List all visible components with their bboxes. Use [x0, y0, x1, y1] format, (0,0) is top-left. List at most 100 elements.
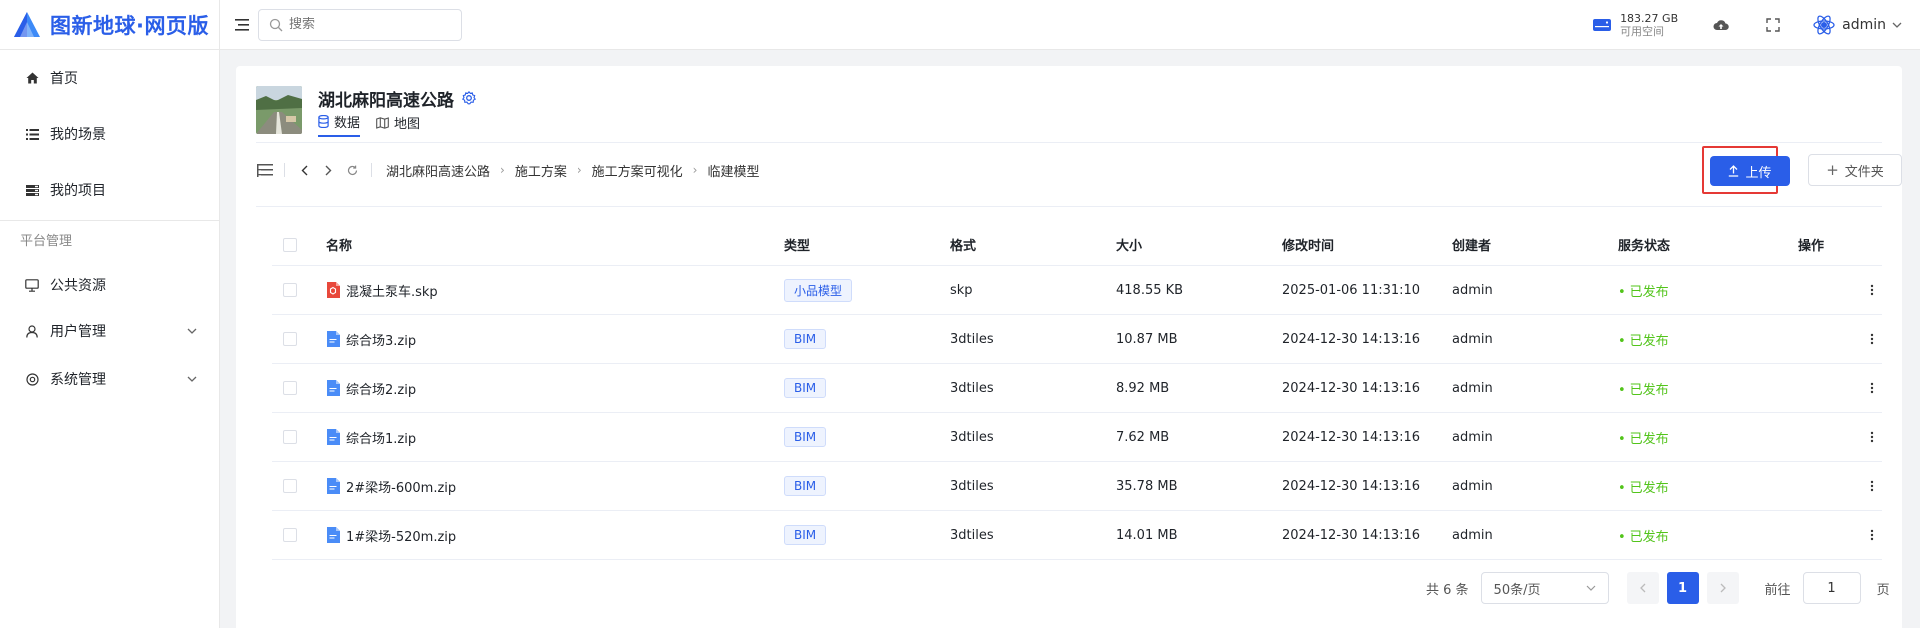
file-size: 10.87 MB [1116, 331, 1178, 347]
sidebar-item-system-management[interactable]: 系统管理 [0, 355, 219, 403]
row-checkbox[interactable] [283, 283, 297, 297]
column-header-modified[interactable]: 修改时间 [1282, 235, 1452, 254]
goto-page-input[interactable] [1802, 572, 1861, 604]
tree-view-icon[interactable] [256, 161, 274, 179]
refresh-icon[interactable] [343, 161, 361, 179]
creator: admin [1452, 331, 1493, 347]
cloud-upload-icon[interactable] [1712, 16, 1730, 34]
tab-label: 地图 [394, 117, 421, 132]
breadcrumb-item-current[interactable]: 临建模型 [707, 161, 759, 180]
table-row[interactable]: 综合场3.zip BIM 3dtiles 10.87 MB 2024-12-30 14:… [272, 315, 1882, 364]
fullscreen-icon[interactable] [1764, 16, 1782, 34]
user-name: admin [1842, 17, 1886, 33]
sidebar-item-label: 公共资源 [50, 278, 106, 294]
table-row[interactable]: 1#梁场-520m.zip BIM 3dtiles 14.01 MB 2024-12-3… [272, 511, 1882, 560]
column-header-name[interactable]: 名称 [326, 235, 784, 254]
header-divider [256, 142, 1882, 143]
page-unit-label: 页 [1876, 582, 1890, 598]
column-header-format[interactable]: 格式 [950, 235, 1116, 254]
breadcrumb: 湖北麻阳高速公路 › 施工方案 › 施工方案可视化 › 临建模型 [386, 161, 760, 180]
logo-icon [14, 11, 40, 37]
type-tag: BIM [784, 427, 827, 447]
select-all-checkbox[interactable] [283, 237, 297, 252]
breadcrumb-item[interactable]: 湖北麻阳高速公路 [386, 161, 490, 180]
file-name[interactable]: 综合场1.zip [346, 428, 416, 447]
user-icon [24, 323, 40, 339]
row-checkbox[interactable] [283, 528, 297, 542]
sidebar-item-my-scenes[interactable]: 我的场景 [0, 106, 219, 162]
file-name[interactable]: 混凝土泵车.skp [346, 281, 438, 300]
toolbar-separator [371, 163, 372, 177]
file-name[interactable]: 2#梁场-600m.zip [346, 477, 456, 496]
page-number-current[interactable]: 1 [1666, 572, 1699, 604]
pagination-total: 共 6 条 [1426, 582, 1469, 598]
project-header: 湖北麻阳高速公路 数据 地图 [256, 86, 476, 137]
more-actions-icon[interactable] [1864, 380, 1880, 396]
tab-label: 数据 [334, 116, 361, 131]
upload-icon [1729, 165, 1739, 177]
next-page-button[interactable] [1706, 572, 1739, 604]
more-actions-icon[interactable] [1864, 429, 1880, 445]
column-header-status[interactable]: 服务状态 [1618, 235, 1798, 254]
file-format: 3dtiles [950, 478, 994, 494]
sidebar-item-my-projects[interactable]: 我的项目 [0, 162, 219, 218]
more-actions-icon[interactable] [1864, 527, 1880, 543]
more-actions-icon[interactable] [1864, 478, 1880, 494]
zip-file-icon [326, 331, 340, 347]
table-row[interactable]: 混凝土泵车.skp 小品模型 skp 418.55 KB 2025-01-06 11:3… [272, 266, 1882, 315]
modified-time: 2024-12-30 14:13:16 [1282, 380, 1421, 396]
breadcrumb-separator: › [500, 163, 505, 177]
search-box[interactable] [258, 8, 462, 41]
creator: admin [1452, 478, 1493, 494]
page-size-value: 50条/页 [1493, 582, 1541, 598]
prev-page-button[interactable] [1626, 572, 1659, 604]
tab-map[interactable]: 地图 [376, 112, 420, 137]
file-size: 7.62 MB [1116, 429, 1170, 445]
table-row[interactable]: 综合场1.zip BIM 3dtiles 7.62 MB 2024-12-30 14:1… [272, 413, 1882, 462]
modified-time: 2024-12-30 14:13:16 [1282, 331, 1421, 347]
app-logo[interactable]: 图新地球·网页版 [0, 0, 220, 50]
toolbar-divider [256, 206, 1882, 207]
row-checkbox[interactable] [283, 332, 297, 346]
search-input[interactable] [289, 17, 449, 32]
table-row[interactable]: 2#梁场-600m.zip BIM 3dtiles 35.78 MB 2024-12-3… [272, 462, 1882, 511]
search-icon [269, 18, 283, 31]
zip-file-icon [326, 429, 340, 445]
new-folder-button[interactable]: + 文件夹 [1808, 154, 1902, 186]
status-badge: 已发布 [1618, 334, 1669, 349]
hard-disk-icon [1593, 19, 1612, 31]
header-right: 183.27 GB 可用空间 admin [1592, 0, 1902, 50]
user-menu[interactable]: admin [1812, 13, 1902, 37]
row-checkbox[interactable] [283, 381, 297, 395]
row-checkbox[interactable] [283, 479, 297, 493]
more-actions-icon[interactable] [1864, 331, 1880, 347]
status-badge: 已发布 [1618, 285, 1669, 300]
tab-data[interactable]: 数据 [318, 112, 361, 137]
upload-button[interactable]: 上传 [1710, 156, 1790, 186]
sidebar-item-public-resources[interactable]: 公共资源 [0, 263, 219, 307]
sidebar-item-user-management[interactable]: 用户管理 [0, 307, 219, 355]
column-header-creator[interactable]: 创建者 [1452, 235, 1618, 254]
chevron-down-icon [187, 376, 197, 382]
breadcrumb-item[interactable]: 施工方案可视化 [592, 161, 683, 180]
page-size-select[interactable]: 50条/页 [1480, 572, 1609, 604]
file-name[interactable]: 综合场3.zip [346, 330, 416, 349]
column-header-size[interactable]: 大小 [1116, 235, 1282, 254]
breadcrumb-item[interactable]: 施工方案 [515, 161, 567, 180]
avatar-icon [1813, 15, 1835, 35]
back-icon[interactable] [295, 161, 313, 179]
column-header-type[interactable]: 类型 [784, 235, 950, 254]
upload-button-label: 上传 [1745, 165, 1772, 181]
file-name[interactable]: 综合场2.zip [346, 379, 416, 398]
menu-toggle-icon[interactable] [232, 15, 252, 35]
file-name[interactable]: 1#梁场-520m.zip [346, 526, 456, 545]
project-title: 湖北麻阳高速公路 [318, 86, 476, 111]
modified-time: 2025-01-06 11:31:10 [1282, 282, 1421, 298]
table-row[interactable]: 综合场2.zip BIM 3dtiles 8.92 MB 2024-12-30 14:1… [272, 364, 1882, 413]
creator: admin [1452, 429, 1493, 445]
sidebar-item-home[interactable]: 首页 [0, 50, 219, 106]
row-checkbox[interactable] [283, 430, 297, 444]
forward-icon[interactable] [319, 161, 337, 179]
more-actions-icon[interactable] [1864, 282, 1880, 298]
gear-icon[interactable] [462, 91, 476, 105]
